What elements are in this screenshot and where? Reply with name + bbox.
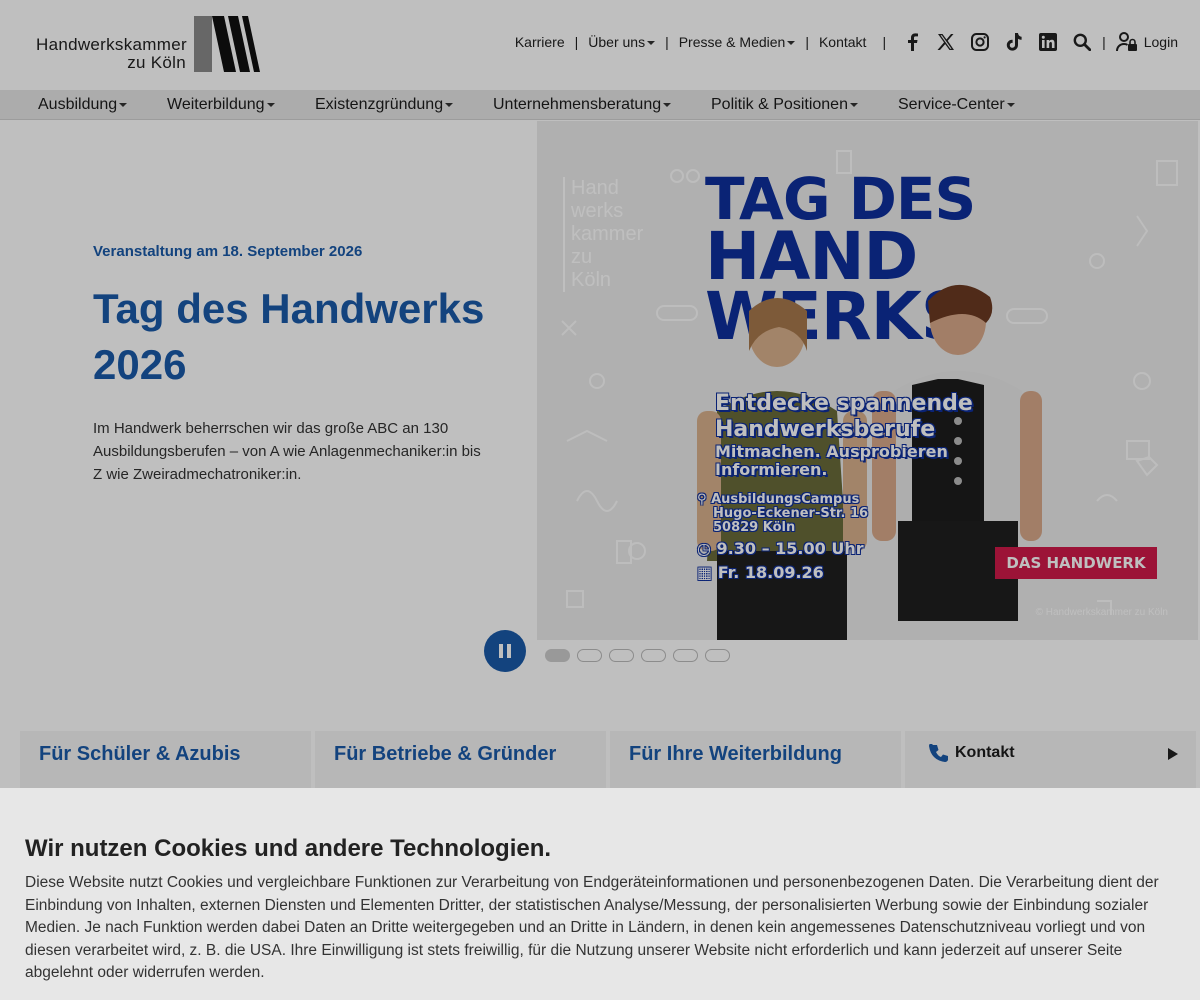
cookie-banner: Wir nutzen Cookies und andere Technologi… — [0, 788, 1200, 1000]
cookie-text: Diese Website nutzt Cookies und vergleic… — [25, 874, 1159, 982]
cookie-title: Wir nutzen Cookies und andere Technologi… — [25, 835, 552, 862]
